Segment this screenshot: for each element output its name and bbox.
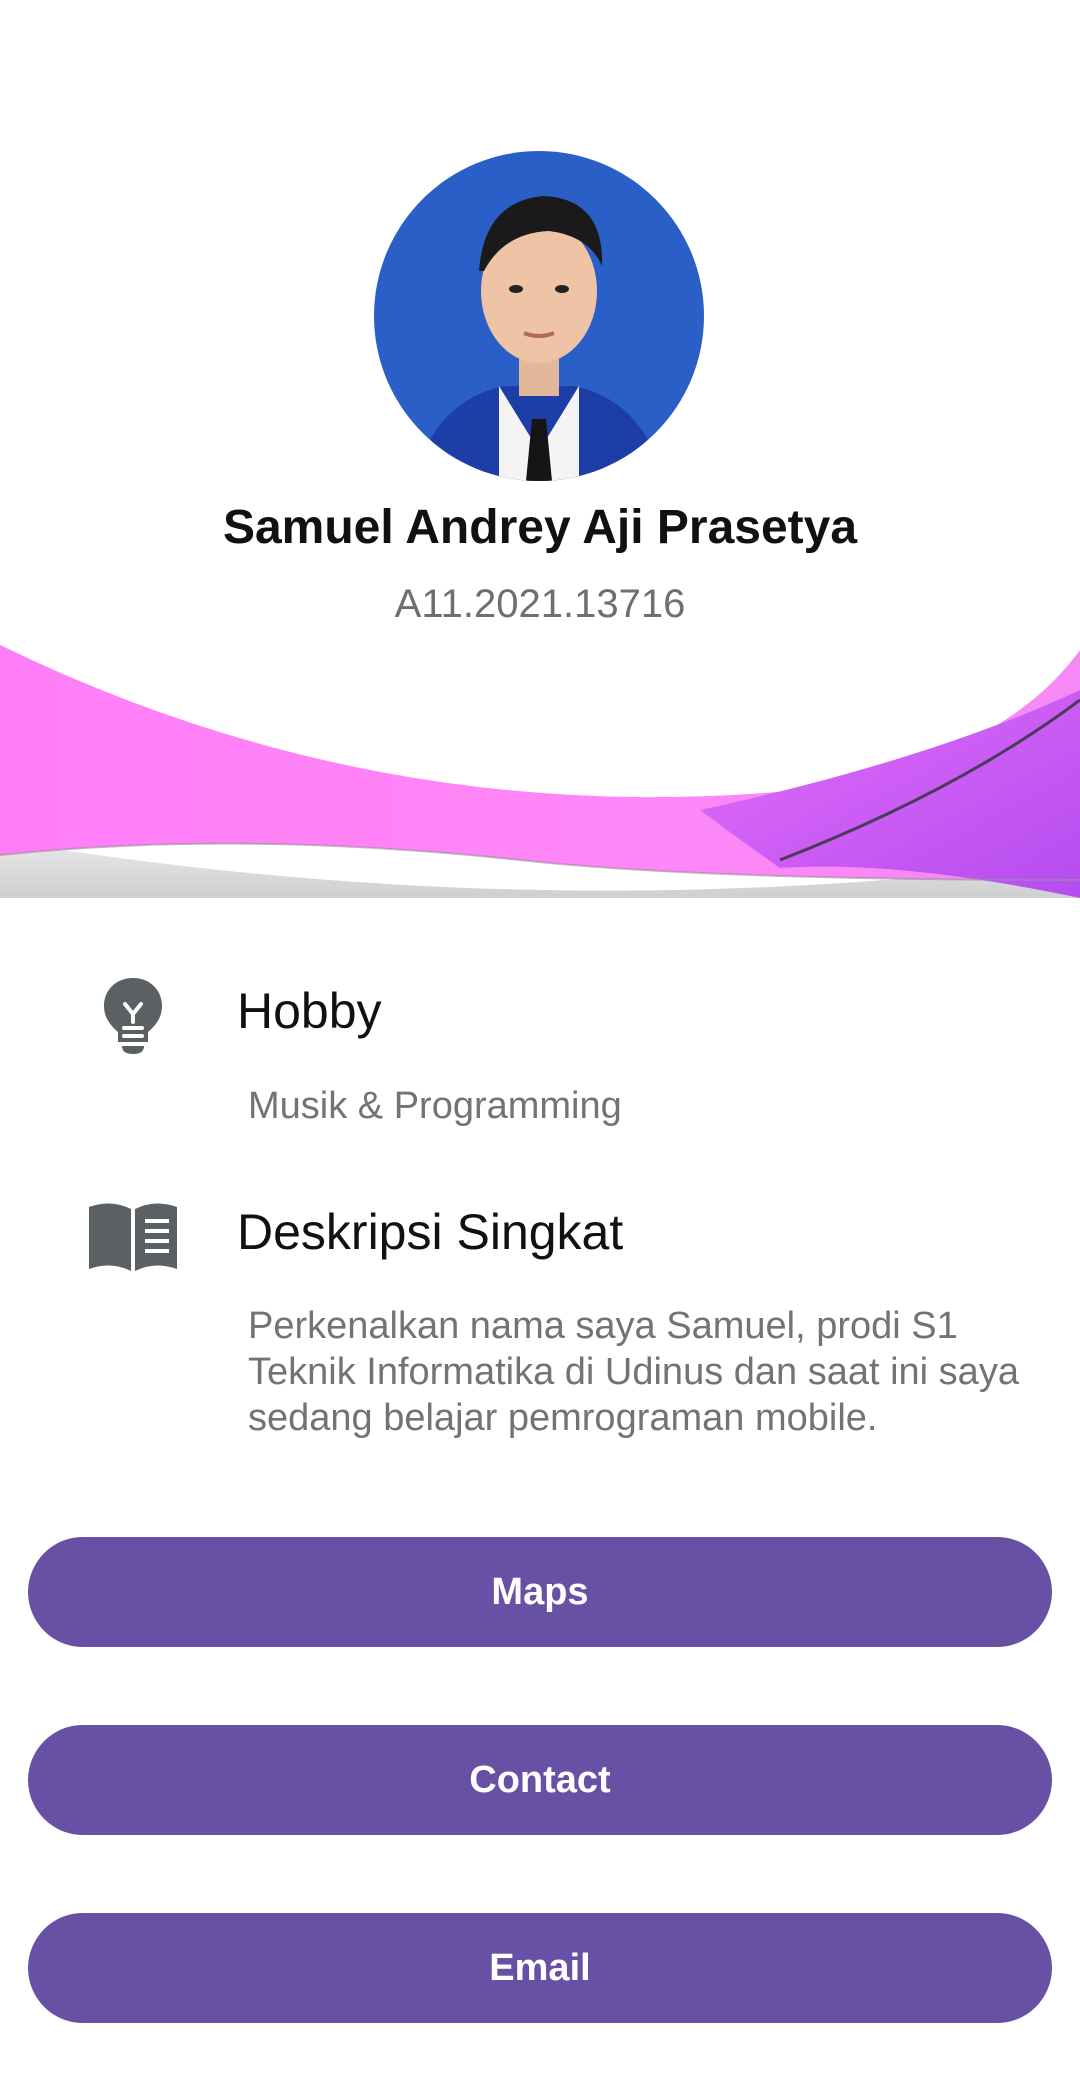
hobby-text: Musik & Programming <box>248 1085 622 1127</box>
maps-button[interactable]: Maps <box>28 1537 1052 1647</box>
profile-screen: Samuel Andrey Aji Prasetya A11.2021.1371… <box>0 0 1080 2082</box>
book-icon <box>86 1200 180 1274</box>
description-title: Deskripsi Singkat <box>237 1204 624 1260</box>
contact-button[interactable]: Contact <box>28 1725 1052 1835</box>
description-text: Perkenalkan nama saya Samuel, prodi S1 T… <box>248 1305 1019 1439</box>
student-id: A11.2021.13716 <box>394 582 686 626</box>
email-button[interactable]: Email <box>28 1913 1052 2023</box>
profile-name: Samuel Andrey Aji Prasetya <box>222 501 858 554</box>
avatar <box>374 151 704 481</box>
hobby-title: Hobby <box>237 983 382 1039</box>
lightbulb-icon <box>98 975 168 1057</box>
